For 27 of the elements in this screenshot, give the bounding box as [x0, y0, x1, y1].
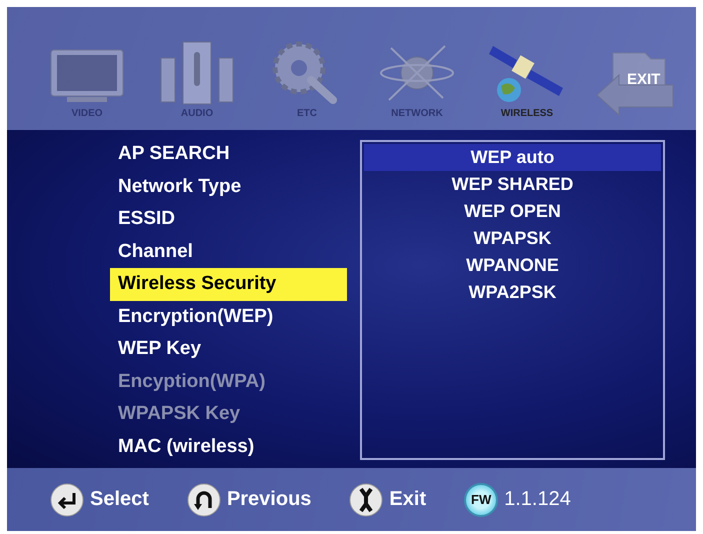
option-item[interactable]: WPA2PSK — [364, 279, 661, 306]
menu-item[interactable]: AP SEARCH — [110, 138, 347, 170]
menu-item[interactable]: ESSID — [110, 203, 347, 236]
firmware-badge: FW — [464, 482, 498, 516]
footer-hint: Exit — [389, 488, 426, 511]
option-item[interactable]: WEP SHARED — [364, 171, 661, 198]
category-label: ETC — [297, 108, 317, 118]
menu-item[interactable]: Channel — [110, 236, 347, 268]
category-label: WIRELESS — [500, 108, 554, 118]
menu-item[interactable]: Wireless Security — [110, 268, 347, 300]
option-item[interactable]: WEP OPEN — [364, 198, 661, 225]
menu-item[interactable]: Encryption(WEP) — [110, 300, 347, 333]
tool-icon — [349, 482, 384, 516]
menu-item[interactable]: WEP Key — [110, 333, 347, 366]
firmware-version: 1.1.124 — [504, 488, 571, 511]
category-label: AUDIO — [180, 108, 214, 118]
option-item[interactable]: WPAPSK — [364, 225, 661, 252]
category-label: EXIT — [627, 70, 660, 88]
option-item[interactable]: WEP auto — [364, 144, 661, 171]
option-item[interactable]: WPANONE — [364, 252, 661, 279]
category-label: NETWORK — [391, 108, 443, 118]
menu-item[interactable]: MAC (wireless) — [110, 430, 347, 463]
footer-hint: Select — [90, 488, 149, 511]
menu-item[interactable]: Network Type — [110, 170, 347, 203]
footer-hint: Previous — [226, 488, 312, 511]
enter-icon — [50, 482, 84, 516]
undo-icon — [186, 482, 221, 516]
